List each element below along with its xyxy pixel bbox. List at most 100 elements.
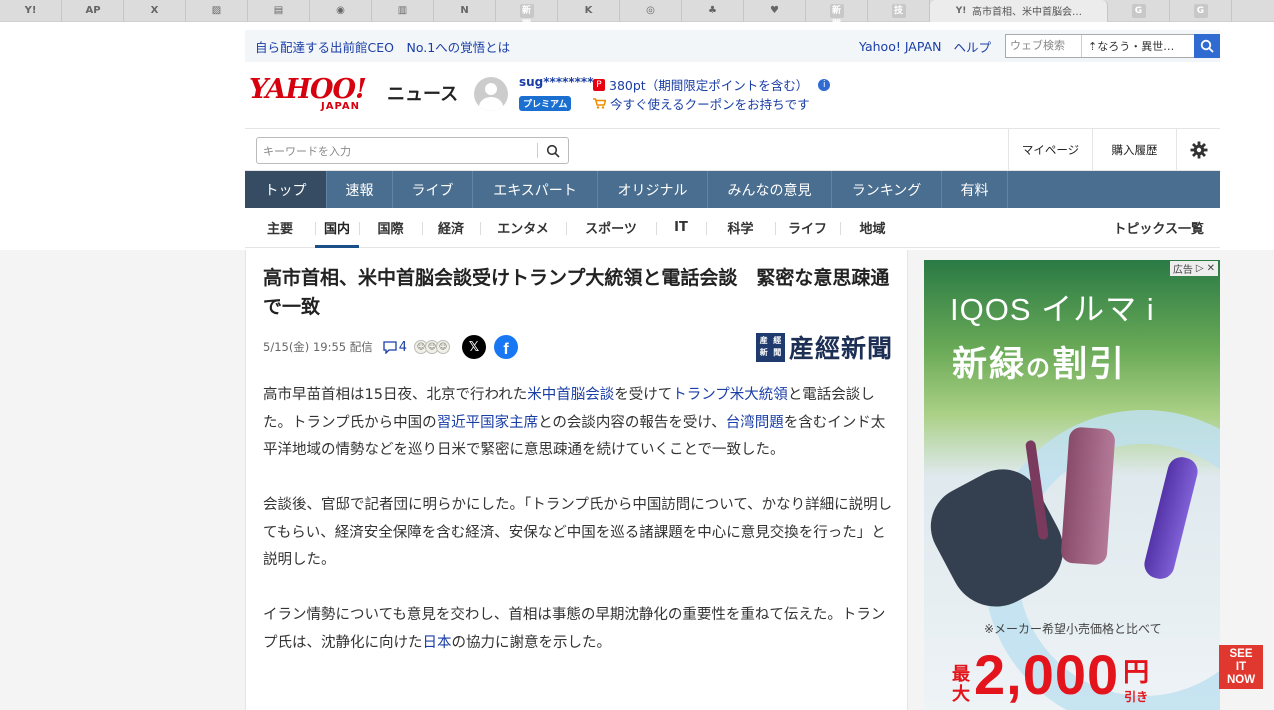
advertisement[interactable]: 広告 ▷ ✕ IQOS イルマ i 新緑の割引 ※メーカー希望小売価格と比べて … <box>924 260 1220 710</box>
google-favicon-icon: G <box>1193 3 1208 18</box>
browser-tab[interactable]: G <box>1170 0 1232 22</box>
browser-tab[interactable]: K <box>558 0 620 22</box>
keyword-link[interactable]: 習近平国家主席 <box>437 415 539 431</box>
ad-subheadline: 新緑の割引 <box>952 336 1126 387</box>
site-favicon-icon: ♣ <box>708 4 717 16</box>
coupon-text: 今すぐ使えるクーポンをお持ちです <box>610 97 810 112</box>
browser-tab[interactable]: AP <box>62 0 124 22</box>
yahoo-favicon-icon: Y! <box>24 4 37 16</box>
browser-tab[interactable]: X <box>124 0 186 22</box>
keyword-search-button[interactable] <box>538 144 568 158</box>
article-paragraph: イラン情勢についても意見を交わし、首相は事態の早期沈静化の重要性を重ねて伝えた。… <box>263 602 893 657</box>
category-region[interactable]: 地域 <box>840 208 905 248</box>
browser-tab-active[interactable]: Y! 高市首相、米中首脳会… <box>930 0 1108 22</box>
site-favicon-icon: ◉ <box>336 4 345 16</box>
browser-tab[interactable]: N <box>434 0 496 22</box>
settings-button[interactable] <box>1176 129 1220 170</box>
publisher-mark-char: 新 <box>759 348 768 357</box>
help-link[interactable]: ヘルプ <box>953 37 991 56</box>
ad-discount-off: 引き <box>1124 690 1149 704</box>
points-info[interactable]: P 380pt（期間限定ポイントを含む） i <box>593 75 831 94</box>
keyword-link[interactable]: 日本 <box>423 635 452 651</box>
mypage-link[interactable]: マイページ <box>1008 129 1092 170</box>
nav-opinions[interactable]: みんなの意見 <box>708 171 832 208</box>
browser-tab[interactable]: G <box>1108 0 1170 22</box>
browser-tab[interactable]: ♣ <box>682 0 744 22</box>
web-search-input[interactable]: ウェブ検索 <box>1006 35 1082 57</box>
topics-list-link[interactable]: トピックス一覧 <box>1113 218 1220 237</box>
category-it[interactable]: IT <box>656 208 706 248</box>
expert-avatars[interactable]: ☺ ☺ ☺ <box>414 340 451 354</box>
category-science[interactable]: 科学 <box>706 208 775 248</box>
category-domestic[interactable]: 国内 <box>315 208 359 248</box>
category-world[interactable]: 国際 <box>359 208 422 248</box>
publisher-link[interactable]: 産 經 新 聞 産經新聞 <box>755 329 893 365</box>
article-meta: 5/15(金) 19:55 配信 4 ☺ ☺ ☺ 𝕏 f 産 經 新 聞 産經新… <box>263 332 893 363</box>
x-favicon-icon: X <box>150 4 159 16</box>
keyword-link[interactable]: 台湾問題 <box>726 415 784 431</box>
browser-tab[interactable]: 新聞 <box>496 0 558 30</box>
browser-tab[interactable]: Y! <box>0 0 62 22</box>
category-entertainment[interactable]: エンタメ <box>480 208 566 248</box>
nav-ranking[interactable]: ランキング <box>832 171 942 208</box>
browser-tab[interactable]: ◉ <box>310 0 372 22</box>
category-sports[interactable]: スポーツ <box>566 208 656 248</box>
ad-discount-yen: 円 <box>1123 658 1150 688</box>
category-main[interactable]: 主要 <box>245 208 315 248</box>
expert-avatar-icon: ☺ <box>436 340 451 354</box>
category-economy[interactable]: 経済 <box>422 208 480 248</box>
keyword-search-input[interactable]: キーワードを入力 <box>257 143 537 159</box>
comment-count: 4 <box>398 339 408 355</box>
user-name[interactable]: sug******** <box>519 75 593 89</box>
browser-tab[interactable]: ▨ <box>186 0 248 22</box>
ad-discount-amount: 2,000 <box>974 643 1120 706</box>
ad-discount-max: 最大 <box>952 664 970 705</box>
news-service-title[interactable]: ニュース <box>387 80 458 106</box>
info-icon[interactable]: i <box>818 78 831 91</box>
cart-icon <box>593 98 606 109</box>
see-it-now-text: NOW <box>1226 674 1256 686</box>
nav-paid[interactable]: 有料 <box>942 171 1008 208</box>
comment-icon <box>383 340 397 354</box>
ad-info-icon[interactable]: ▷ <box>1196 263 1204 274</box>
comments-link[interactable]: 4 <box>383 340 407 355</box>
ad-label-text: 広告 <box>1172 265 1193 276</box>
keyword-link[interactable]: 米中首脳会談 <box>527 387 614 403</box>
see-it-now-text: SEE <box>1229 648 1253 660</box>
article-body: 高市早苗首相は15日夜、北京で行われた米中首脳会談を受けてトランプ米大統領と電話… <box>263 382 893 685</box>
browser-tab[interactable]: 新聞 <box>806 0 868 30</box>
search-suggestion[interactable]: ⇡なろう・異世… <box>1082 38 1194 54</box>
purchase-history-link[interactable]: 購入履歴 <box>1092 129 1176 170</box>
paragraph-text: 高市早苗首相は15日夜、北京で行われた <box>263 387 528 403</box>
nav-top[interactable]: トップ <box>245 171 327 208</box>
news-favicon-icon: 新聞 <box>519 3 534 30</box>
share-facebook-button[interactable]: f <box>494 335 519 359</box>
promo-link[interactable]: 自ら配達する出前館CEO No.1への覚悟とは <box>255 37 510 56</box>
nav-original[interactable]: オリジナル <box>598 171 708 208</box>
search-row: キーワードを入力 マイページ 購入履歴 <box>245 128 1220 171</box>
ad-label[interactable]: 広告 ▷ ✕ <box>1169 261 1218 276</box>
publisher-mark-char: 經 <box>773 336 782 345</box>
web-search-button[interactable] <box>1194 34 1220 58</box>
browser-tab[interactable]: ◎ <box>620 0 682 22</box>
avatar[interactable] <box>474 77 508 111</box>
yahoo-logo[interactable]: YAHOO! JAPAN <box>249 76 384 116</box>
web-search-box: ウェブ検索 ⇡なろう・異世… <box>1005 34 1220 58</box>
browser-tab[interactable]: 技 <box>868 0 930 22</box>
see-it-now-button[interactable]: SEE IT NOW <box>1219 645 1263 689</box>
yahoo-japan-link[interactable]: Yahoo! JAPAN <box>859 39 941 54</box>
keyword-link[interactable]: トランプ米大統領 <box>672 387 788 403</box>
nav-breaking[interactable]: 速報 <box>327 171 393 208</box>
nav-live[interactable]: ライブ <box>393 171 473 208</box>
browser-tab[interactable]: ▤ <box>248 0 310 22</box>
nav-expert[interactable]: エキスパート <box>473 171 598 208</box>
category-life[interactable]: ライフ <box>775 208 840 248</box>
browser-tab[interactable]: ♥ <box>744 0 806 22</box>
account-links: マイページ 購入履歴 <box>1008 129 1220 170</box>
ad-subheadline-part: 割引 <box>1052 345 1127 385</box>
browser-tab[interactable]: ▥ <box>372 0 434 22</box>
close-icon[interactable]: ✕ <box>1207 263 1215 274</box>
coupon-info[interactable]: 今すぐ使えるクーポンをお持ちです <box>593 94 810 113</box>
see-it-now-text: IT <box>1235 661 1247 673</box>
share-x-button[interactable]: 𝕏 <box>462 335 487 359</box>
